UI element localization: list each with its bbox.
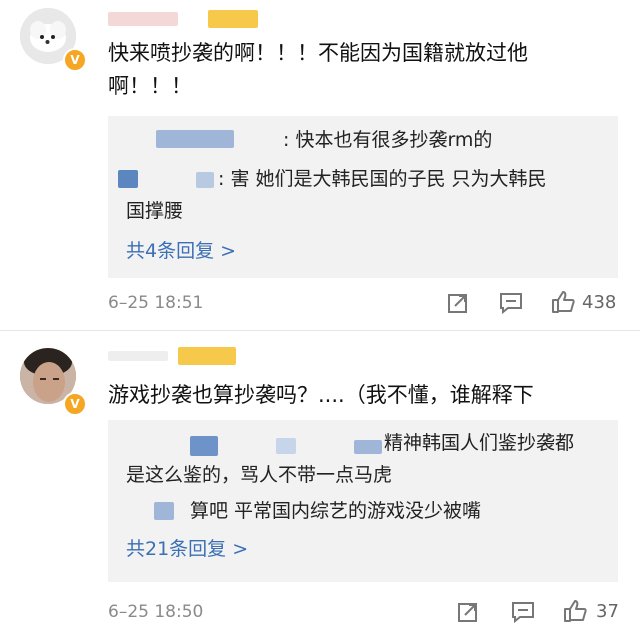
- comment-text: 快来喷抄袭的啊！！！不能因为国籍就放过他 啊！！！: [108, 41, 528, 98]
- more-replies-link[interactable]: 共21条回复 >: [126, 534, 248, 561]
- verified-badge-icon: V: [63, 48, 87, 72]
- timestamp: 6–25 18:50: [108, 602, 204, 622]
- username-blurred[interactable]: [108, 10, 258, 28]
- comment-icon[interactable]: [498, 291, 524, 315]
- reply-line: : 快本也有很多抄袭rm的: [283, 129, 493, 151]
- share-icon[interactable]: [446, 291, 470, 315]
- comment-item: V 游戏抄袭也算抄袭吗？....（我不懂，谁解释下 精神韩国人们鉴抄袭都 是这么…: [0, 330, 640, 640]
- more-replies-link[interactable]: 共4条回复 >: [126, 236, 236, 263]
- thumb-up-icon[interactable]: [562, 598, 588, 624]
- reply-line: 国撑腰: [126, 200, 184, 222]
- like-count: 37: [596, 601, 619, 622]
- reply-line: : 害 她们是大韩民国的子民 只为大韩民: [218, 168, 547, 190]
- reply-line: 算吧 平常国内综艺的游戏没少被嘴: [190, 500, 482, 522]
- thumb-up-icon[interactable]: [550, 289, 576, 315]
- reply-box[interactable]: : 快本也有很多抄袭rm的 : 害 她们是大韩民国的子民 只为大韩民 国撑腰 共…: [108, 116, 618, 278]
- reply-box[interactable]: 精神韩国人们鉴抄袭都 是这么鉴的，骂人不带一点马虎 算吧 平常国内综艺的游戏没少…: [108, 420, 618, 582]
- reply-line: 精神韩国人们鉴抄袭都: [384, 432, 575, 454]
- timestamp: 6–25 18:51: [108, 293, 204, 313]
- share-icon[interactable]: [456, 600, 480, 624]
- comment-icon[interactable]: [510, 600, 536, 624]
- like-count: 438: [582, 292, 617, 313]
- comment-item: V 快来喷抄袭的啊！！！不能因为国籍就放过他 啊！！！ : 快本也有很多抄袭rm…: [0, 0, 640, 330]
- comment-text: 游戏抄袭也算抄袭吗？....（我不懂，谁解释下: [108, 383, 534, 407]
- username-blurred[interactable]: [108, 347, 238, 365]
- reply-line: 是这么鉴的，骂人不带一点马虎: [126, 464, 393, 486]
- verified-badge-icon: V: [63, 392, 87, 416]
